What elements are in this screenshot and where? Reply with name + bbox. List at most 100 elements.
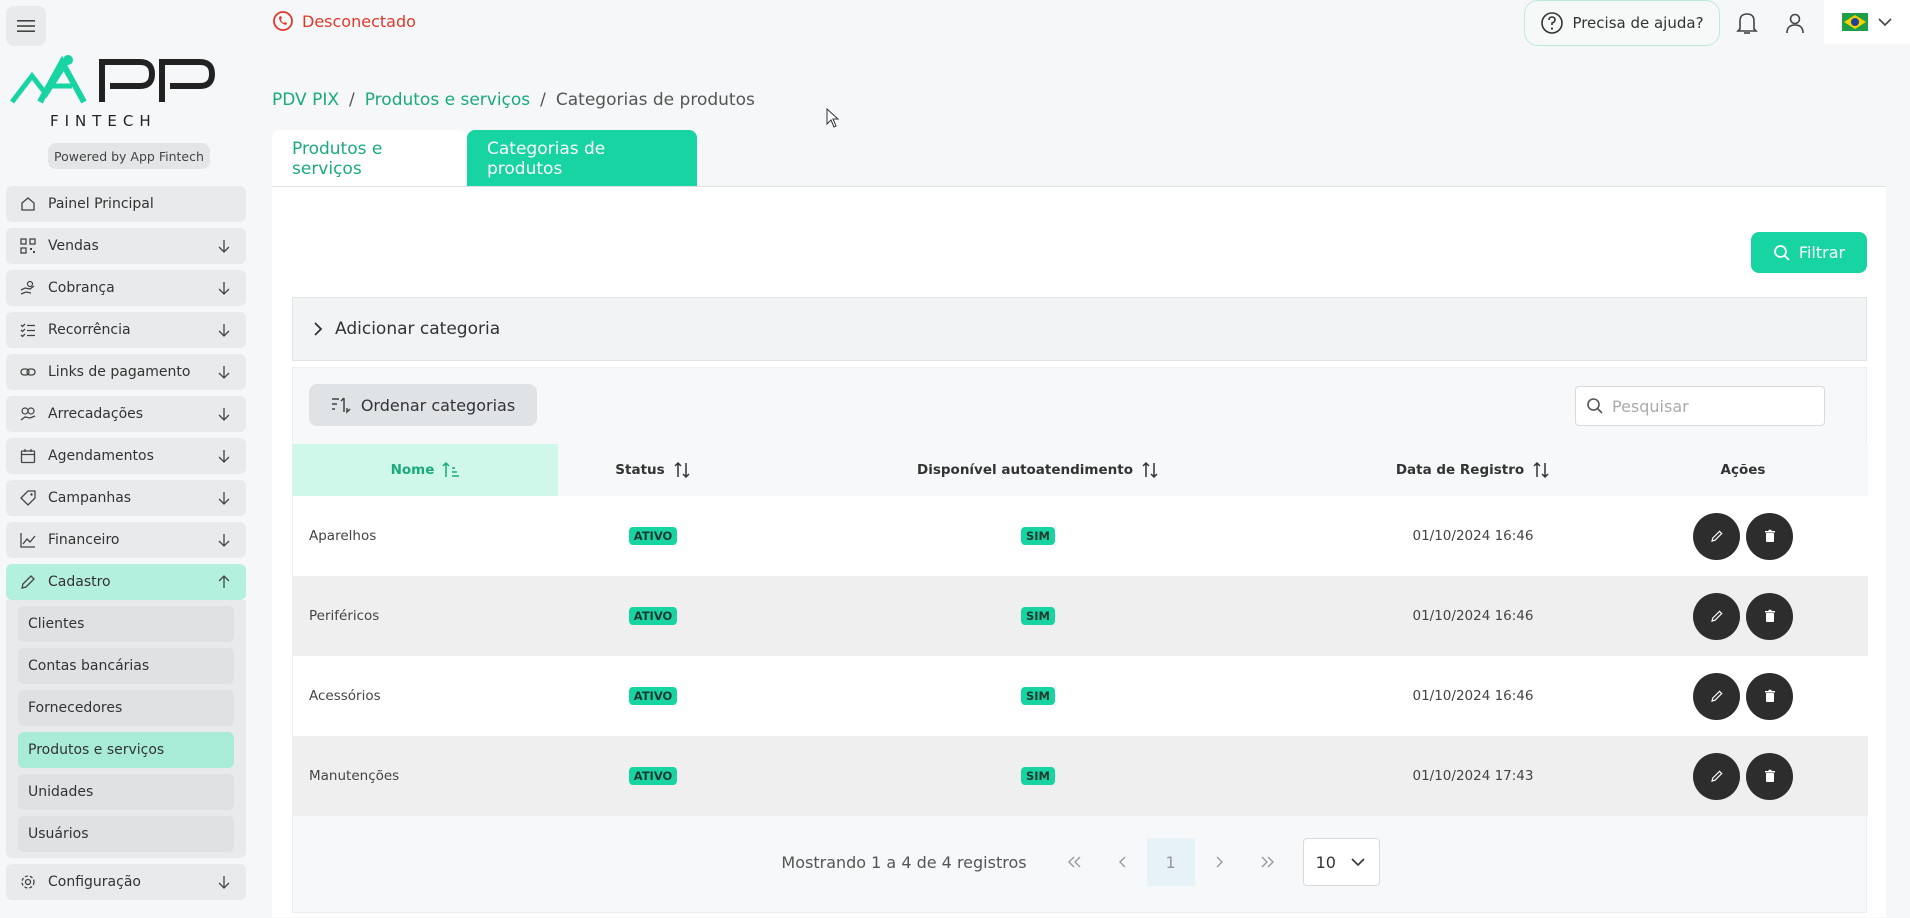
mouse-cursor-icon: [826, 108, 840, 128]
double-chevron-right-icon: [1261, 856, 1274, 868]
table-row: Acessórios ATIVO SIM 01/10/2024 16:46: [293, 656, 1868, 736]
first-page-button[interactable]: [1051, 838, 1099, 886]
sidebar-item-configuracao[interactable]: Configuração: [6, 864, 246, 900]
table-row: Periféricos ATIVO SIM 01/10/2024 16:46: [293, 576, 1868, 656]
edit-button[interactable]: [1693, 512, 1740, 560]
search-icon: [1587, 398, 1603, 414]
next-page-button[interactable]: [1195, 838, 1243, 886]
breadcrumb-produtos-e-servicos[interactable]: Produtos e serviços: [365, 90, 530, 110]
edit-button[interactable]: [1693, 672, 1740, 720]
registration-date: 01/10/2024 16:46: [1328, 496, 1618, 576]
previous-page-button[interactable]: [1099, 838, 1147, 886]
category-name: Periféricos: [293, 576, 558, 656]
sidebar-item-label: Vendas: [48, 238, 99, 254]
whatsapp-status[interactable]: Desconectado: [272, 10, 416, 32]
page-size-select[interactable]: 10: [1302, 838, 1380, 886]
sidebar-subitem-usuarios[interactable]: Usuários: [18, 816, 234, 852]
sidebar-subitem-clientes[interactable]: Clientes: [18, 606, 234, 642]
sidebar-item-arrecadacoes[interactable]: Arrecadações: [6, 396, 246, 432]
sidebar-item-label: Agendamentos: [48, 448, 154, 464]
column-header-status[interactable]: Status: [558, 444, 748, 496]
breadcrumb-current: Categorias de produtos: [555, 90, 755, 110]
arrow-down-icon: [214, 236, 234, 256]
arrow-down-icon: [214, 404, 234, 424]
tag-icon: [18, 488, 38, 508]
column-header-autoatendimento[interactable]: Disponível autoatendimento: [748, 444, 1328, 496]
tab-categorias-de-produtos[interactable]: Categorias de produtos: [467, 130, 697, 187]
sidebar-item-cadastro[interactable]: Cadastro: [6, 564, 246, 600]
question-circle-icon: [1541, 12, 1564, 34]
status-badge: ATIVO: [628, 527, 678, 545]
breadcrumb-separator: /: [540, 90, 546, 110]
pencil-icon: [1710, 610, 1723, 622]
filter-label: Filtrar: [1798, 243, 1846, 262]
sort-list-icon: [331, 397, 351, 414]
pagination: Mostrando 1 a 4 de 4 registros 1 10: [293, 832, 1868, 892]
cadastro-submenu: Clientes Contas bancárias Fornecedores P…: [6, 600, 246, 858]
delete-button[interactable]: [1746, 752, 1793, 800]
menu-toggle-button[interactable]: [6, 6, 46, 46]
sidebar-subitem-unidades[interactable]: Unidades: [18, 774, 234, 810]
hand-money-icon: [18, 278, 38, 298]
pencil-icon: [18, 572, 38, 592]
sidebar-item-recorrencia[interactable]: Recorrência: [6, 312, 246, 348]
self-service-badge: SIM: [1020, 687, 1055, 705]
chevron-down-icon: [1878, 18, 1892, 27]
sidebar-item-agendamentos[interactable]: Agendamentos: [6, 438, 246, 474]
registration-date: 01/10/2024 16:46: [1328, 656, 1618, 736]
search-input[interactable]: [1612, 396, 1812, 416]
bell-icon: [1736, 13, 1758, 34]
filter-button[interactable]: Filtrar: [1751, 232, 1867, 273]
chevron-right-icon: [314, 322, 323, 336]
delete-button[interactable]: [1746, 672, 1793, 720]
sidebar-item-painel-principal[interactable]: Painel Principal: [6, 186, 246, 222]
sidebar-subitem-produtos-e-servicos[interactable]: Produtos e serviços: [18, 732, 234, 768]
home-icon: [18, 194, 38, 214]
edit-button[interactable]: [1693, 592, 1740, 640]
status-badge: ATIVO: [628, 767, 678, 785]
registration-date: 01/10/2024 16:46: [1328, 576, 1618, 656]
delete-button[interactable]: [1746, 592, 1793, 640]
delete-button[interactable]: [1746, 512, 1793, 560]
sidebar-item-label: Recorrência: [48, 322, 131, 338]
sidebar-subitem-fornecedores[interactable]: Fornecedores: [18, 690, 234, 726]
sidebar-item-links-de-pagamento[interactable]: Links de pagamento: [6, 354, 246, 390]
calendar-icon: [18, 446, 38, 466]
coins-hand-icon: [18, 404, 38, 424]
edit-button[interactable]: [1693, 752, 1740, 800]
whatsapp-status-label: Desconectado: [302, 11, 416, 31]
notifications-button[interactable]: [1734, 10, 1760, 36]
tab-produtos-e-servicos[interactable]: Produtos e serviços: [272, 130, 467, 187]
sidebar-subitem-contas-bancarias[interactable]: Contas bancárias: [18, 648, 234, 684]
language-selector[interactable]: [1824, 0, 1910, 44]
column-header-label: Disponível autoatendimento: [917, 462, 1133, 478]
sidebar-item-vendas[interactable]: Vendas: [6, 228, 246, 264]
category-name: Acessórios: [293, 656, 558, 736]
column-header-data-registro[interactable]: Data de Registro: [1328, 444, 1618, 496]
user-profile-button[interactable]: [1782, 10, 1808, 36]
sidebar-item-financeiro[interactable]: Financeiro: [6, 522, 246, 558]
chevron-right-icon: [1216, 856, 1223, 868]
order-categories-button[interactable]: Ordenar categorias: [309, 384, 537, 426]
trash-icon: [1764, 529, 1775, 542]
breadcrumb: PDV PIX / Produtos e serviços / Categori…: [272, 90, 755, 110]
arrow-down-icon: [214, 278, 234, 298]
column-header-nome[interactable]: Nome: [293, 444, 558, 496]
self-service-badge: SIM: [1020, 767, 1055, 785]
search-icon: [1774, 244, 1790, 261]
link-icon: [18, 362, 38, 382]
sidebar-item-cobranca[interactable]: Cobrança: [6, 270, 246, 306]
page-number-button[interactable]: 1: [1146, 838, 1195, 886]
brazil-flag-icon: [1842, 13, 1868, 31]
pencil-icon: [1710, 530, 1723, 542]
whatsapp-icon: [273, 11, 293, 31]
powered-by-badge: Powered by App Fintech: [48, 143, 210, 169]
sidebar-item-campanhas[interactable]: Campanhas: [6, 480, 246, 516]
add-category-accordion[interactable]: Adicionar categoria: [292, 297, 1867, 361]
self-service-badge: SIM: [1020, 527, 1055, 545]
help-button[interactable]: Precisa de ajuda?: [1524, 0, 1720, 46]
sidebar-item-label: Painel Principal: [48, 196, 154, 212]
last-page-button[interactable]: [1243, 838, 1291, 886]
breadcrumb-pdv-pix[interactable]: PDV PIX: [272, 90, 339, 110]
checklist-icon: [18, 320, 38, 340]
